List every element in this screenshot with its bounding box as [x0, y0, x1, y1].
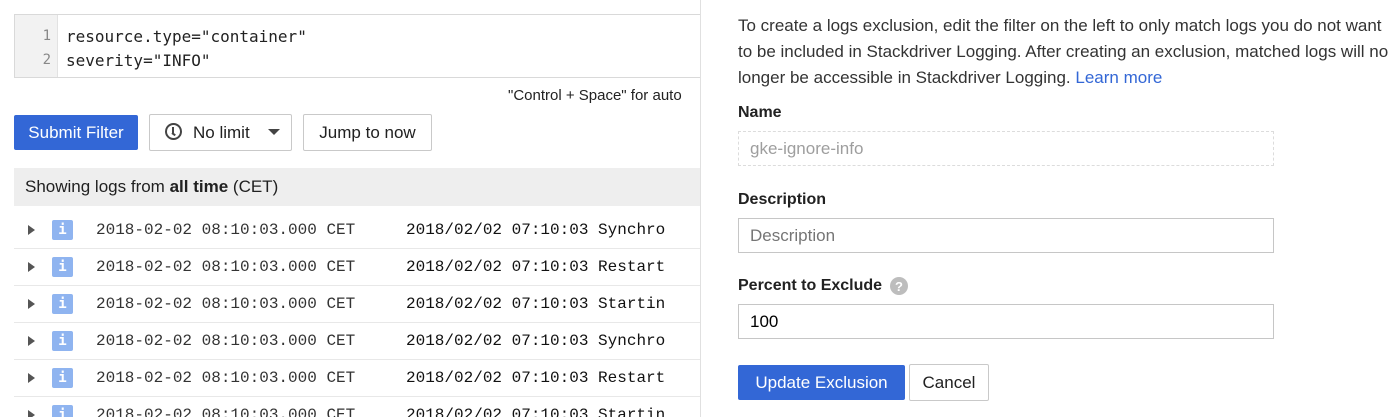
- log-timestamp: 2018-02-02 08:10:03.000 CET: [96, 221, 356, 239]
- log-row[interactable]: i 2018-02-02 08:10:03.000 CET 2018/02/02…: [14, 212, 700, 249]
- line-number: 1: [42, 28, 51, 44]
- log-message: 2018/02/02 07:10:03 Restart: [406, 369, 666, 387]
- log-row[interactable]: i 2018-02-02 08:10:03.000 CET 2018/02/02…: [14, 249, 700, 286]
- update-exclusion-button[interactable]: Update Exclusion: [738, 365, 905, 400]
- time-range-banner: Showing logs from all time (CET): [14, 168, 700, 206]
- log-row[interactable]: i 2018-02-02 08:10:03.000 CET 2018/02/02…: [14, 286, 700, 323]
- expand-arrow-icon[interactable]: [28, 410, 35, 417]
- clock-icon: [165, 123, 182, 140]
- expand-arrow-icon[interactable]: [28, 299, 35, 309]
- range-timezone: (CET): [232, 177, 279, 196]
- log-entries: i 2018-02-02 08:10:03.000 CET 2018/02/02…: [14, 212, 700, 417]
- filter-line[interactable]: severity="INFO": [66, 51, 211, 70]
- log-message: 2018/02/02 07:10:03 Startin: [406, 295, 666, 313]
- log-row[interactable]: i 2018-02-02 08:10:03.000 CET 2018/02/02…: [14, 397, 700, 417]
- expand-arrow-icon[interactable]: [28, 336, 35, 346]
- log-timestamp: 2018-02-02 08:10:03.000 CET: [96, 406, 356, 417]
- name-label: Name: [738, 104, 782, 121]
- log-timestamp: 2018-02-02 08:10:03.000 CET: [96, 369, 356, 387]
- logs-viewer-pane: 1 2 resource.type="container" severity="…: [0, 0, 700, 417]
- log-timestamp: 2018-02-02 08:10:03.000 CET: [96, 332, 356, 350]
- log-row[interactable]: i 2018-02-02 08:10:03.000 CET 2018/02/02…: [14, 360, 700, 397]
- info-severity-icon: i: [52, 331, 73, 351]
- description-field[interactable]: [738, 218, 1274, 253]
- help-icon[interactable]: ?: [890, 277, 908, 295]
- autocomplete-hint: "Control + Space" for auto: [508, 87, 682, 104]
- expand-arrow-icon[interactable]: [28, 225, 35, 235]
- exclusion-panel: To create a logs exclusion, edit the fil…: [700, 0, 1400, 417]
- time-range-select[interactable]: No limit: [149, 114, 292, 151]
- line-number: 2: [42, 52, 51, 68]
- log-timestamp: 2018-02-02 08:10:03.000 CET: [96, 258, 356, 276]
- percent-field[interactable]: [738, 304, 1274, 339]
- name-field: [738, 131, 1274, 166]
- range-prefix: Showing logs from: [25, 177, 165, 196]
- chevron-down-icon: [268, 129, 280, 135]
- line-number-gutter: 1 2: [15, 15, 58, 77]
- description-label: Description: [738, 191, 827, 208]
- log-message: 2018/02/02 07:10:03 Startin: [406, 406, 666, 417]
- expand-arrow-icon[interactable]: [28, 373, 35, 383]
- info-severity-icon: i: [52, 368, 73, 388]
- jump-to-now-button[interactable]: Jump to now: [303, 114, 432, 151]
- learn-more-link[interactable]: Learn more: [1075, 68, 1162, 87]
- filter-editor[interactable]: 1 2 resource.type="container" severity="…: [14, 14, 700, 78]
- info-severity-icon: i: [52, 220, 73, 240]
- description-body: To create a logs exclusion, edit the fil…: [738, 16, 1389, 87]
- percent-label: Percent to Exclude: [738, 277, 883, 294]
- expand-arrow-icon[interactable]: [28, 262, 35, 272]
- range-text: Showing logs from all time (CET): [25, 177, 278, 197]
- submit-filter-button[interactable]: Submit Filter: [14, 115, 138, 150]
- log-row[interactable]: i 2018-02-02 08:10:03.000 CET 2018/02/02…: [14, 323, 700, 360]
- log-message: 2018/02/02 07:10:03 Restart: [406, 258, 666, 276]
- info-severity-icon: i: [52, 257, 73, 277]
- log-message: 2018/02/02 07:10:03 Synchro: [406, 332, 666, 350]
- info-severity-icon: i: [52, 405, 73, 417]
- filter-line[interactable]: resource.type="container": [66, 27, 307, 46]
- log-timestamp: 2018-02-02 08:10:03.000 CET: [96, 295, 356, 313]
- info-severity-icon: i: [52, 294, 73, 314]
- cancel-button[interactable]: Cancel: [909, 364, 989, 401]
- exclusion-description-text: To create a logs exclusion, edit the fil…: [738, 13, 1398, 91]
- log-message: 2018/02/02 07:10:03 Synchro: [406, 221, 666, 239]
- time-range-value: No limit: [193, 123, 250, 142]
- range-period: all time: [169, 177, 229, 196]
